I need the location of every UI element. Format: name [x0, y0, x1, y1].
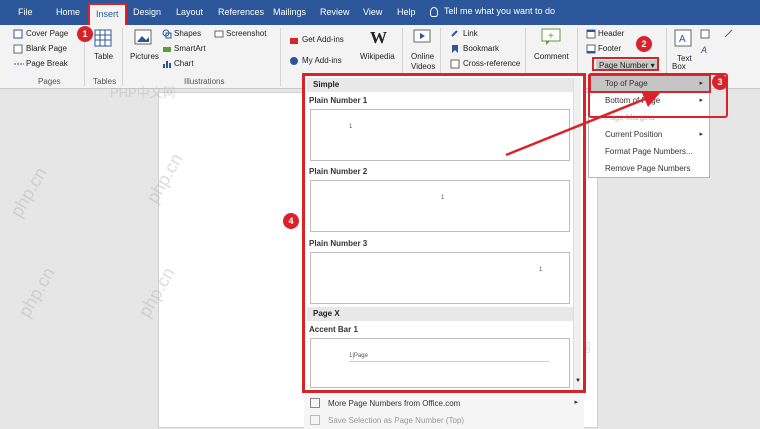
- ribbon-tab-bar: File Home Insert Design Layout Reference…: [0, 0, 760, 25]
- save-selection-item[interactable]: Save Selection as Page Number (Top): [304, 412, 584, 429]
- tab-home[interactable]: Home: [56, 7, 80, 17]
- wordart-icon: A: [700, 45, 707, 54]
- more-page-numbers-item[interactable]: More Page Numbers from Office.com ▸: [304, 395, 584, 412]
- shapes-icon: [162, 29, 172, 39]
- tab-design[interactable]: Design: [133, 7, 161, 17]
- tab-help[interactable]: Help: [397, 7, 416, 17]
- illustrations-group-label: Illustrations: [184, 77, 225, 86]
- chart-button[interactable]: Chart: [174, 59, 194, 69]
- my-addins-icon: [290, 57, 298, 65]
- text-box-icon: A: [674, 29, 692, 47]
- menu-item-label: Remove Page Numbers: [605, 164, 691, 173]
- submenu-arrow-icon: ▸: [699, 131, 703, 138]
- annotation-arrow-icon: [505, 93, 660, 157]
- cover-page-icon: [13, 29, 23, 39]
- footer-icon: [586, 44, 596, 54]
- comment-button[interactable]: Comment: [534, 52, 569, 62]
- page-break-icon: [14, 63, 24, 65]
- page-number-label: Page Number: [599, 61, 649, 70]
- tab-review[interactable]: Review: [320, 7, 350, 17]
- bookmark-button[interactable]: Bookmark: [463, 44, 499, 54]
- gallery-item-plain-number-3[interactable]: 1: [310, 252, 570, 304]
- accent-bar-line: [349, 361, 549, 362]
- header-button[interactable]: Header: [598, 29, 624, 39]
- table-icon: [94, 29, 112, 47]
- tab-mailings[interactable]: Mailings: [273, 7, 306, 17]
- get-addins-button[interactable]: Get Add-ins: [302, 35, 344, 45]
- gallery-section-pagex: Page X: [307, 307, 573, 321]
- lightbulb-icon: [430, 6, 438, 17]
- thumb-page-number: 1: [539, 267, 543, 273]
- text-box-button[interactable]: Box: [672, 62, 686, 72]
- tab-file[interactable]: File: [18, 7, 33, 17]
- wikipedia-w-icon: W: [370, 28, 387, 47]
- watermark-text: PHP中文网: [110, 85, 176, 100]
- pictures-icon: [134, 29, 152, 45]
- chart-icon: [163, 61, 171, 68]
- page-number-button[interactable]: Page Number ▾: [596, 60, 658, 71]
- store-icon: [290, 38, 298, 44]
- bookmark-icon: [452, 45, 458, 53]
- gallery-item-plain-number-2[interactable]: 1: [310, 180, 570, 232]
- pages-group-label: Pages: [38, 77, 61, 86]
- signature-icon: [724, 29, 733, 38]
- step-badge-1: 1: [77, 26, 93, 42]
- smartart-icon: [163, 47, 171, 52]
- thumb-page-label: 1|Page: [349, 353, 368, 359]
- blank-page-button[interactable]: Blank Page: [26, 44, 67, 54]
- gallery-item-label: Plain Number 1: [309, 96, 368, 105]
- tab-layout[interactable]: Layout: [176, 7, 203, 17]
- office-icon: [310, 398, 320, 408]
- svg-text:A: A: [679, 34, 686, 45]
- thumb-page-number: 1: [349, 124, 353, 130]
- header-icon: [586, 29, 596, 39]
- link-icon: [451, 30, 458, 37]
- cross-reference-icon: [450, 59, 460, 69]
- quick-parts-icon: [700, 29, 710, 39]
- dropdown-arrow-icon: ▾: [648, 61, 655, 70]
- save-selection-icon: [310, 415, 320, 425]
- tell-me-text: Tell me what you want to do: [444, 6, 556, 16]
- online-videos-line1[interactable]: Online: [411, 52, 434, 62]
- my-addins-button[interactable]: My Add-ins: [302, 56, 342, 66]
- gallery-item-label: Plain Number 2: [309, 167, 368, 176]
- tell-me-search[interactable]: Tell me what you want to do: [430, 6, 555, 17]
- separator: [280, 28, 281, 86]
- svg-text:A: A: [700, 45, 707, 54]
- blank-page-icon: [13, 44, 23, 54]
- more-page-numbers-label: More Page Numbers from Office.com: [328, 399, 461, 408]
- tab-references[interactable]: References: [218, 7, 264, 17]
- step-badge-3: 3: [712, 74, 728, 90]
- comment-icon: +: [541, 28, 561, 45]
- submenu-arrow-icon: ▸: [699, 97, 703, 104]
- footer-button[interactable]: Footer: [598, 44, 621, 54]
- svg-text:+: +: [548, 31, 554, 42]
- gallery-item-accent-bar-1[interactable]: 1|Page: [310, 338, 570, 388]
- submenu-arrow-icon: ▸: [699, 80, 703, 87]
- online-video-icon: [413, 29, 431, 43]
- cover-page-button[interactable]: Cover Page: [26, 29, 68, 39]
- step-badge-4: 4: [283, 213, 299, 229]
- screenshot-icon: [214, 30, 224, 38]
- online-videos-line2[interactable]: Videos: [411, 62, 435, 72]
- tab-insert[interactable]: Insert: [88, 3, 127, 25]
- save-selection-label: Save Selection as Page Number (Top): [328, 416, 465, 425]
- submenu-arrow-icon: ▸: [574, 399, 578, 406]
- table-button[interactable]: Table: [94, 52, 113, 62]
- thumb-page-number: 1: [441, 195, 445, 201]
- page-break-button[interactable]: Page Break: [26, 59, 68, 69]
- screenshot-button[interactable]: Screenshot: [226, 29, 266, 39]
- pictures-button[interactable]: Pictures: [130, 52, 159, 62]
- shapes-button[interactable]: Shapes: [174, 29, 201, 39]
- wikipedia-button[interactable]: Wikipedia: [360, 52, 395, 62]
- scroll-down-icon[interactable]: ▼: [575, 378, 581, 384]
- step-badge-2: 2: [636, 36, 652, 52]
- tab-view[interactable]: View: [363, 7, 382, 17]
- separator: [122, 28, 123, 86]
- smartart-button[interactable]: SmartArt: [174, 44, 206, 54]
- gallery-item-label: Accent Bar 1: [309, 325, 358, 334]
- gallery-item-label: Plain Number 3: [309, 239, 368, 248]
- link-button[interactable]: Link: [463, 29, 478, 39]
- cross-reference-button[interactable]: Cross-reference: [463, 59, 520, 69]
